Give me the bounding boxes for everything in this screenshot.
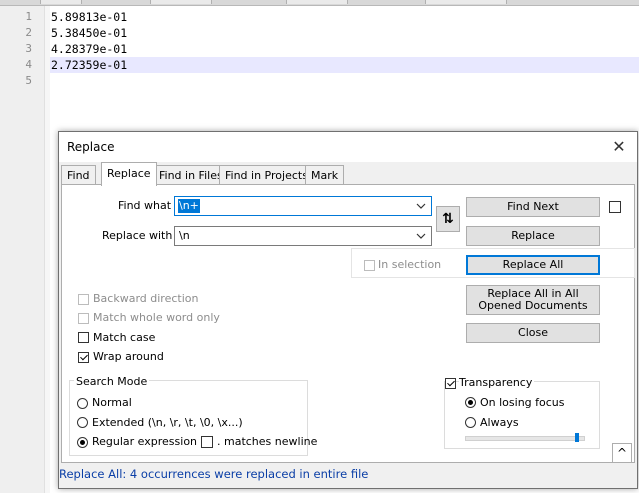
- in-selection-label: In selection: [378, 258, 442, 271]
- match-case-label: Match case: [93, 331, 156, 344]
- wrap-around-label: Wrap around: [93, 350, 164, 363]
- replace-with-combobox[interactable]: \n: [174, 226, 432, 246]
- wrap-around-checkbox[interactable]: [78, 352, 89, 363]
- replace-all-opened-button[interactable]: Replace All in All Opened Documents: [466, 285, 600, 315]
- transparency-checkbox[interactable]: [445, 378, 456, 389]
- line-number: 2: [25, 26, 32, 39]
- file-tab[interactable]: [150, 0, 212, 4]
- code-line[interactable]: 5.89813e-01: [50, 9, 639, 25]
- search-mode-regex-radio[interactable]: [77, 437, 88, 448]
- status-message: Replace All: 4 occurrences were replaced…: [59, 467, 369, 481]
- file-tab[interactable]: [425, 0, 507, 4]
- backward-direction-label: Backward direction: [93, 292, 199, 305]
- find-what-label: Find what :: [118, 199, 179, 212]
- file-tab[interactable]: [40, 0, 82, 4]
- collapse-button[interactable]: ^: [612, 443, 632, 463]
- swap-icon[interactable]: ⇅: [436, 206, 460, 232]
- in-selection-checkbox[interactable]: [364, 260, 375, 271]
- transparency-label: Transparency: [459, 376, 535, 389]
- on-losing-focus-radio[interactable]: [465, 397, 476, 408]
- dialog-title: Replace: [67, 140, 115, 154]
- on-losing-focus-label: On losing focus: [480, 396, 565, 409]
- replace-tab-panel: Find what : \n+ Replace with : \n ⇅ Find…: [61, 184, 635, 463]
- code-line[interactable]: [50, 73, 639, 89]
- match-whole-word-label: Match whole word only: [93, 311, 220, 324]
- replace-dialog: Replace ✕ Find Replace Find in Files Fin…: [58, 131, 638, 489]
- matches-newline-label: . matches newline: [217, 435, 318, 448]
- always-radio[interactable]: [465, 417, 476, 428]
- find-next-option-checkbox[interactable]: [609, 201, 621, 213]
- transparency-slider[interactable]: [465, 436, 585, 441]
- search-mode-normal-label: Normal: [92, 396, 132, 409]
- find-what-combobox[interactable]: \n+: [174, 196, 432, 216]
- tab-find-in-files[interactable]: Find in Files: [153, 165, 229, 185]
- find-what-value: \n+: [178, 199, 200, 213]
- line-number: 4: [25, 58, 32, 71]
- search-mode-extended-label: Extended (\n, \r, \t, \0, \x...): [92, 416, 243, 429]
- find-next-button[interactable]: Find Next: [466, 197, 600, 217]
- code-line[interactable]: 4.28379e-01: [50, 41, 639, 57]
- code-line-current[interactable]: 2.72359e-01: [50, 57, 639, 73]
- search-mode-normal-radio[interactable]: [77, 398, 88, 409]
- file-tab[interactable]: [286, 0, 348, 4]
- line-number-gutter: 1 2 3 4 5: [0, 6, 45, 493]
- tab-find[interactable]: Find: [61, 165, 96, 185]
- matches-newline-checkbox[interactable]: [201, 436, 213, 448]
- search-mode-title: Search Mode: [74, 375, 150, 388]
- replace-button[interactable]: Replace: [466, 226, 600, 246]
- tab-replace[interactable]: Replace: [101, 162, 157, 186]
- transparency-slider-thumb[interactable]: [575, 433, 580, 442]
- line-number: 5: [25, 74, 32, 87]
- replace-with-label: Replace with :: [102, 229, 180, 242]
- backward-direction-checkbox[interactable]: [78, 294, 89, 305]
- close-icon[interactable]: ✕: [607, 136, 631, 158]
- replace-all-button[interactable]: Replace All: [466, 255, 600, 275]
- line-number: 3: [25, 42, 32, 55]
- search-mode-extended-radio[interactable]: [77, 417, 88, 428]
- match-whole-word-checkbox[interactable]: [78, 313, 89, 324]
- tab-find-in-projects[interactable]: Find in Projects: [219, 165, 314, 185]
- always-label: Always: [480, 416, 519, 429]
- line-number: 1: [25, 10, 32, 23]
- chevron-down-icon[interactable]: [415, 200, 427, 212]
- search-mode-regex-label: Regular expression: [92, 435, 198, 448]
- replace-with-value: \n: [179, 229, 190, 242]
- code-line[interactable]: 5.38450e-01: [50, 25, 639, 41]
- file-tab-strip[interactable]: [0, 0, 639, 6]
- close-button[interactable]: Close: [466, 323, 600, 343]
- dialog-titlebar[interactable]: Replace ✕: [59, 132, 637, 162]
- tab-mark[interactable]: Mark: [305, 165, 345, 185]
- match-case-checkbox[interactable]: [78, 332, 89, 343]
- chevron-down-icon[interactable]: [415, 230, 427, 242]
